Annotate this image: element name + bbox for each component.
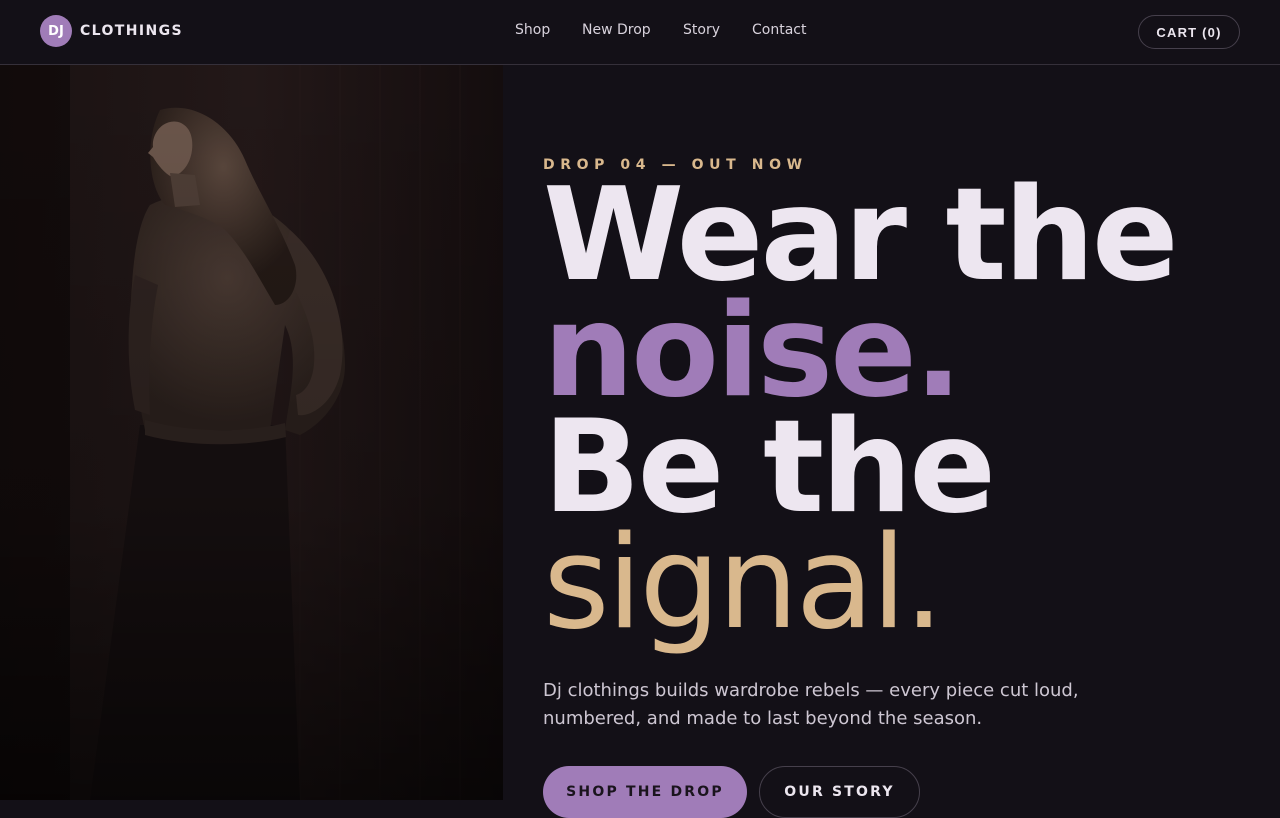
model-photo-illustration <box>0 65 503 800</box>
nav-link-contact[interactable]: Contact <box>752 22 806 38</box>
nav-link-shop[interactable]: Shop <box>515 22 550 38</box>
hero-headline: Wear the noise. Be the signal. <box>543 172 1263 658</box>
shop-the-drop-button[interactable]: SHOP THE DROP <box>543 766 747 818</box>
hero-description: Dj clothings builds wardrobe rebels — ev… <box>543 680 1079 729</box>
nav-link-new-drop[interactable]: New Drop <box>582 22 651 38</box>
cart-button[interactable]: CART (0) <box>1138 15 1240 49</box>
headline-line-4: signal. <box>543 509 944 658</box>
our-story-button[interactable]: OUR STORY <box>759 766 920 818</box>
nav-link-story[interactable]: Story <box>683 22 720 38</box>
nav-links: Shop New Drop Story Contact <box>0 22 1280 42</box>
top-navigation: DJ CLOTHINGS Shop New Drop Story Contact… <box>0 0 1280 65</box>
hero-model-photo <box>0 65 503 800</box>
